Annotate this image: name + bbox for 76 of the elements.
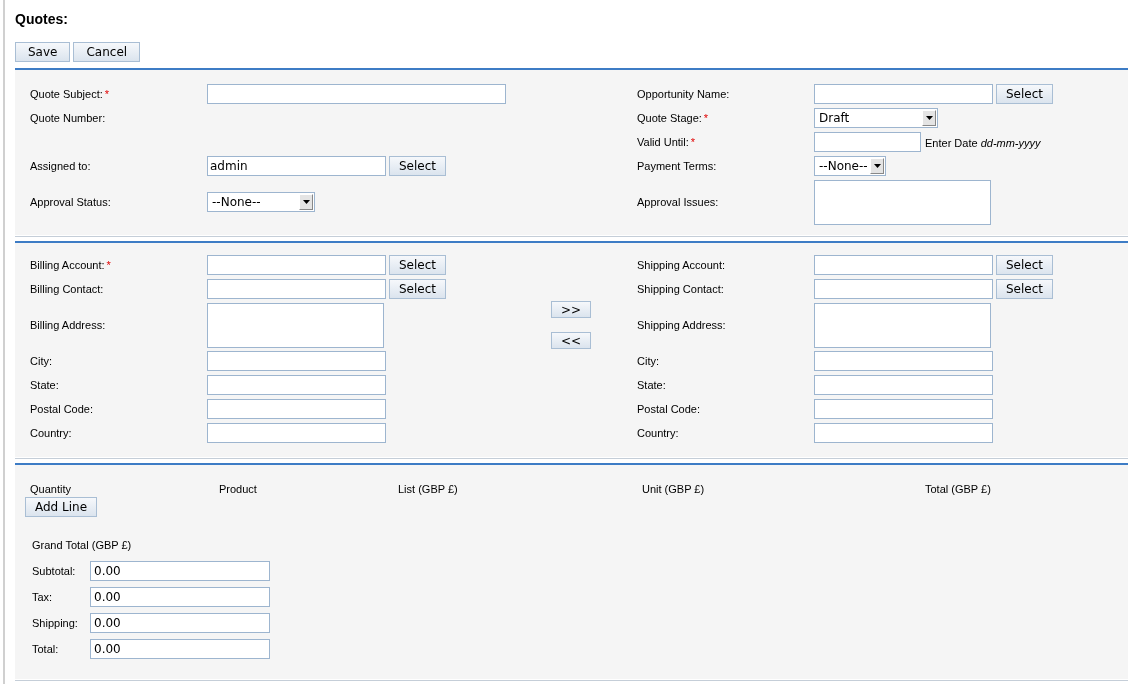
select-button[interactable]: Select [996,84,1053,104]
column-header: Total (GBP £) [925,482,992,497]
total-label: Shipping: [32,615,79,631]
date-format-hint: Enter Date dd-mm-yyyy [925,136,1041,152]
required-mark: * [104,86,110,102]
field-label: Assigned to: [30,158,91,174]
required-mark: * [703,110,709,126]
copy-to-billing-button[interactable]: << [551,332,591,349]
field-label: Quote Stage: [637,110,702,126]
add-line-button[interactable]: Add Line [25,497,98,517]
total-label: Subtotal: [32,563,77,579]
field-label: Quote Subject: [30,86,103,102]
required-mark: * [106,257,111,273]
text-field[interactable] [814,255,993,275]
textarea-field[interactable] [207,302,384,348]
textarea-field[interactable] [814,179,991,225]
field-label: Opportunity Name: [637,86,730,102]
copy-to-shipping-button[interactable]: >> [551,301,591,318]
field-label: City: [30,353,52,369]
amount-field[interactable]: 0.00 [90,561,270,581]
field-label: Valid Until: [637,134,689,150]
amount-field[interactable]: 0.00 [90,587,270,607]
text-field[interactable] [207,423,386,443]
field-label: Approval Issues: [637,194,719,210]
total-label: Total: [32,641,60,657]
textarea-field[interactable] [814,302,991,348]
text-field[interactable] [207,279,386,299]
field-label: Country: [30,425,72,441]
dropdown[interactable]: --None-- [814,156,886,176]
column-header: Quantity [30,482,72,497]
amount-field[interactable]: 0.00 [90,639,270,659]
column-header: Product [219,482,258,497]
select-button[interactable]: Select [389,279,446,299]
cancel-button[interactable]: Cancel [73,42,141,62]
amount-field[interactable]: 0.00 [90,613,270,633]
text-field[interactable] [207,399,386,419]
dropdown[interactable]: --None-- [207,192,315,212]
field-label: Postal Code: [30,401,93,417]
select-button[interactable]: Select [996,279,1053,299]
field-label: Billing Address: [30,317,106,333]
field-label: Shipping Contact: [637,281,724,297]
text-field[interactable] [814,84,993,104]
text-field[interactable] [207,255,386,275]
text-field[interactable] [207,375,386,395]
text-field[interactable] [207,84,506,104]
select-button[interactable]: Select [996,255,1053,275]
field-label: Shipping Account: [637,257,726,273]
field-label: City: [637,353,659,369]
text-field[interactable] [814,399,993,419]
field-label: Shipping Address: [637,317,726,333]
text-field[interactable] [814,375,993,395]
select-button[interactable]: Select [389,156,446,176]
column-header: Unit (GBP £) [642,482,706,497]
field-label: Approval Status: [30,194,111,210]
field-label: Country: [637,425,679,441]
grand-total-heading: Grand Total (GBP £) [32,538,133,553]
field-label: Quote Number: [30,110,106,126]
select-button[interactable]: Select [389,255,446,275]
page-title: Quotes: [15,10,69,29]
field-label: Billing Account: [30,257,105,273]
save-button[interactable]: Save [15,42,71,62]
text-field[interactable] [814,351,993,371]
text-field[interactable]: admin [207,156,386,176]
text-field[interactable] [814,423,993,443]
field-label: Payment Terms: [637,158,717,174]
total-label: Tax: [32,589,54,605]
text-field[interactable] [207,351,386,371]
field-label: State: [637,377,666,393]
field-label: Postal Code: [637,401,700,417]
field-label: Billing Contact: [30,281,104,297]
date-field[interactable] [814,132,921,152]
text-field[interactable] [814,279,993,299]
column-header: List (GBP £) [398,482,459,497]
dropdown[interactable]: Draft [814,108,938,128]
field-label: State: [30,377,59,393]
required-mark: * [690,134,696,150]
